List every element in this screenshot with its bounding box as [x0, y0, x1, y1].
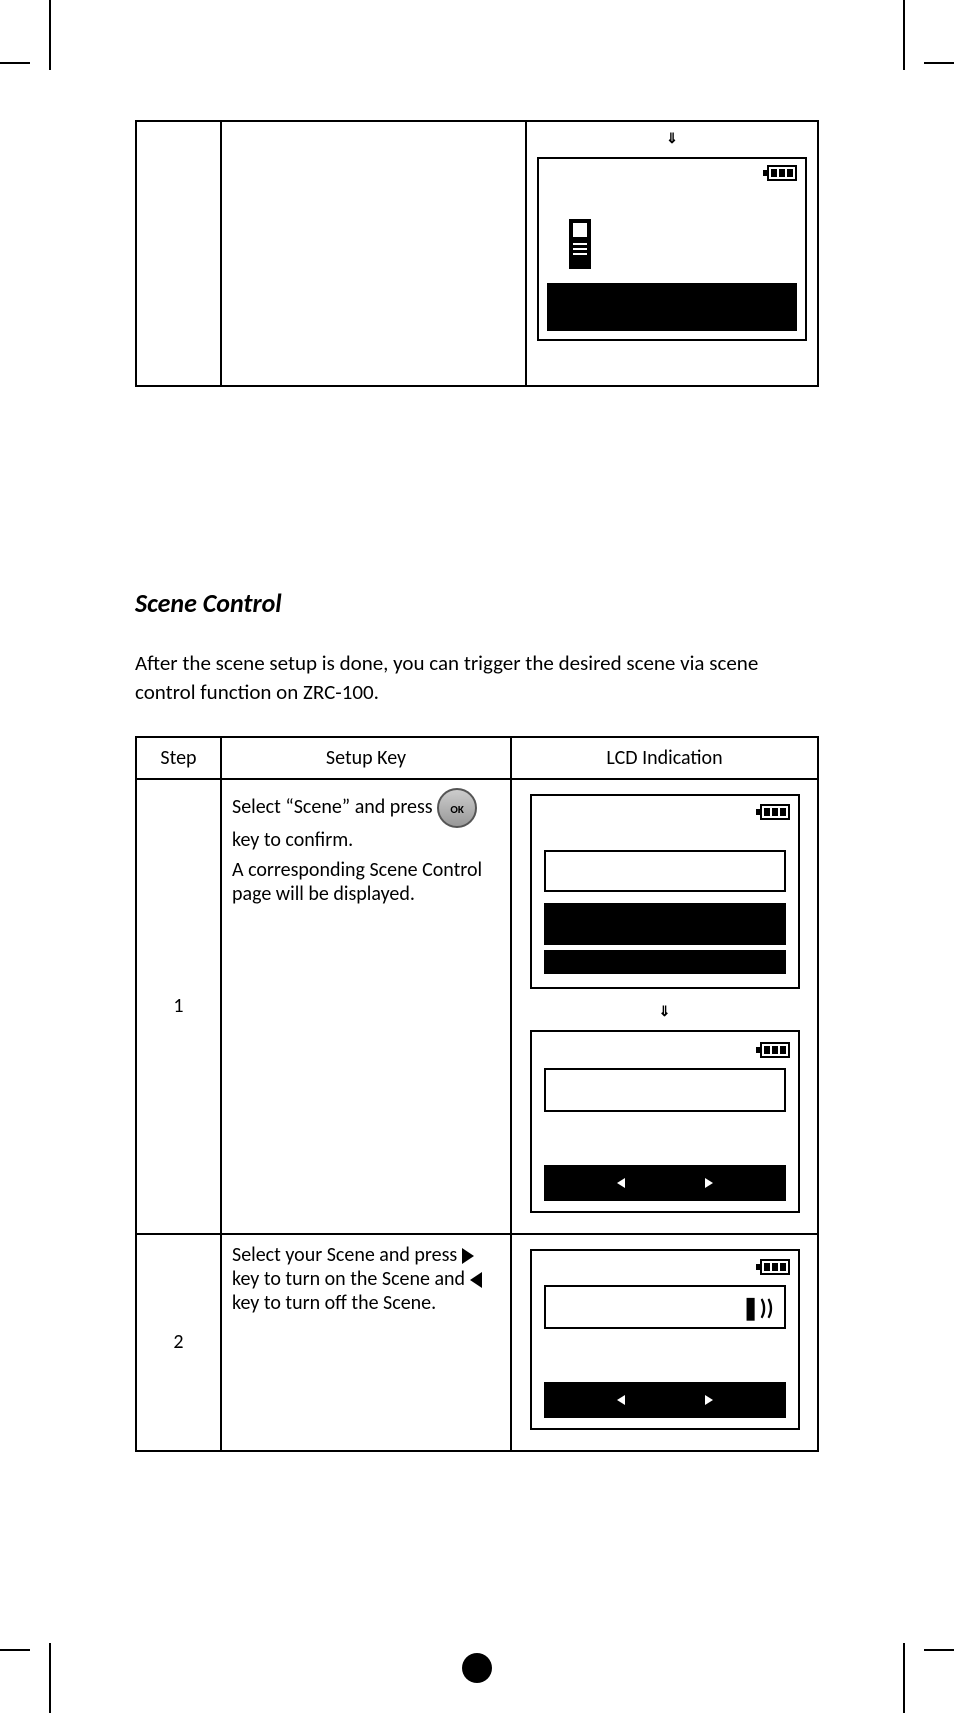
- text: and press: [355, 795, 437, 819]
- lcd-screen: [530, 794, 800, 989]
- lcd-screen: [530, 1030, 800, 1213]
- page-number-dot: [462, 1653, 492, 1683]
- lcd-list-item: ❚)): [544, 1285, 786, 1329]
- triangle-left-icon: [617, 1178, 625, 1188]
- table-header-row: Step Setup Key LCD Indication: [136, 737, 818, 779]
- text: Select: [232, 795, 285, 819]
- triangle-right-icon: [705, 1178, 713, 1188]
- crop-mark: [924, 1649, 954, 1651]
- lcd-list-item: [544, 850, 786, 892]
- table-cell: [221, 121, 526, 386]
- top-table-fragment: ⇓: [135, 120, 819, 387]
- crop-mark: [903, 1643, 905, 1713]
- step-number: 2: [136, 1234, 221, 1451]
- text: “Scene”: [285, 795, 350, 819]
- lcd-bottom-bar: [547, 283, 797, 331]
- header-step: Step: [136, 737, 221, 779]
- battery-icon: [756, 1042, 790, 1058]
- battery-icon: [756, 1259, 790, 1275]
- lcd-bottom-bar: [544, 1382, 786, 1418]
- text: key to turn off the Scene.: [232, 1291, 436, 1315]
- step-number: 1: [136, 779, 221, 1234]
- setup-instruction: Select “Scene” and press OK key to confi…: [221, 779, 511, 1234]
- crop-mark: [49, 0, 51, 70]
- triangle-left-icon: [470, 1272, 482, 1288]
- crop-mark: [924, 62, 954, 64]
- page: ⇓ Scene Control After the s: [135, 120, 819, 1593]
- triangle-right-icon: [705, 1395, 713, 1405]
- text: key to turn on the Scene and: [232, 1267, 470, 1291]
- crop-mark: [0, 1649, 30, 1651]
- lcd-list-item-selected: [544, 903, 786, 945]
- down-arrow-icon: ⇓: [533, 130, 811, 147]
- crop-mark: [0, 62, 30, 64]
- text: A corresponding Scene Control page will …: [232, 858, 500, 906]
- lcd-cell: ⇓: [511, 779, 818, 1234]
- lcd-screen: ❚)): [530, 1249, 800, 1430]
- lcd-bottom-bar: [544, 1165, 786, 1201]
- table-cell: ⇓: [526, 121, 818, 386]
- down-arrow-icon: ⇓: [522, 1003, 807, 1020]
- text: key to confirm.: [232, 828, 353, 852]
- device-icon: [569, 219, 591, 269]
- crop-mark: [49, 1643, 51, 1713]
- header-setup-key: Setup Key: [221, 737, 511, 779]
- triangle-right-icon: [462, 1248, 474, 1264]
- lcd-list-item: [544, 1068, 786, 1112]
- lcd-screen: [537, 157, 807, 341]
- setup-instruction: Select your Scene and press key to turn …: [221, 1234, 511, 1451]
- section-title: Scene Control: [135, 587, 819, 619]
- ok-button-icon: OK: [437, 788, 477, 828]
- battery-icon: [756, 804, 790, 820]
- header-lcd: LCD Indication: [511, 737, 818, 779]
- table-row: 2 Select your Scene and press key to tur…: [136, 1234, 818, 1451]
- instruction-table: Step Setup Key LCD Indication 1 Select “…: [135, 736, 819, 1452]
- battery-icon: [763, 165, 797, 181]
- lcd-cell: ❚)): [511, 1234, 818, 1451]
- lcd-bottom-bar: [544, 950, 786, 974]
- crop-mark: [903, 0, 905, 70]
- table-row: 1 Select “Scene” and press OK key to con…: [136, 779, 818, 1234]
- triangle-left-icon: [617, 1395, 625, 1405]
- text: Select your Scene and press: [232, 1243, 462, 1267]
- table-cell: [136, 121, 221, 386]
- intro-text: After the scene setup is done, you can t…: [135, 649, 819, 708]
